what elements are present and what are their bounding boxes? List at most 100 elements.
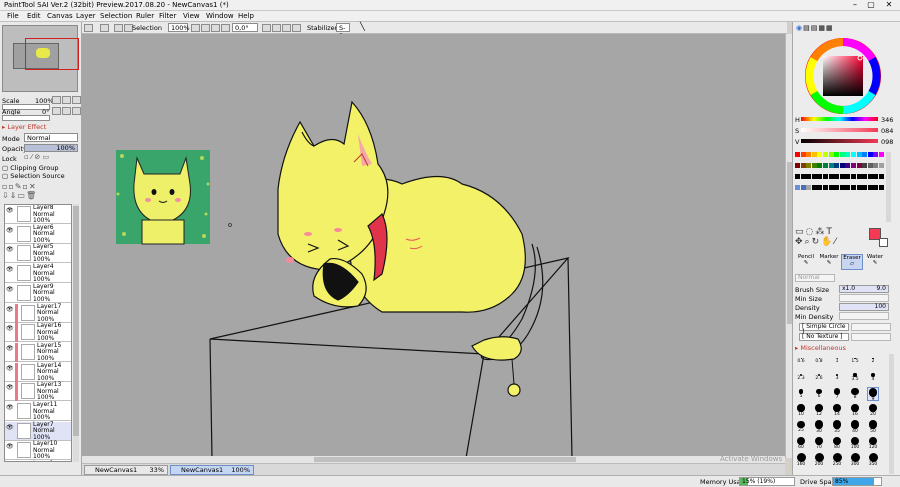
layer-row[interactable]: 👁 Layer7 Normal 100%	[5, 421, 71, 441]
selection-source-checkbox[interactable]: ▢ Selection Source	[2, 172, 65, 180]
menu-filter[interactable]: Filter	[159, 12, 176, 20]
menu-selection[interactable]: Selection	[100, 12, 132, 20]
visibility-eye-icon[interactable]: 👁	[6, 384, 14, 391]
brush-shape-strength[interactable]	[851, 323, 891, 331]
brush-size-preset[interactable]: 20	[867, 404, 879, 418]
palette-swatch[interactable]	[851, 174, 856, 179]
palette-swatch[interactable]	[867, 185, 873, 190]
palette-swatch[interactable]	[862, 185, 868, 190]
swatch-palette[interactable]	[795, 152, 885, 222]
marker-tool[interactable]: Marker ✎	[818, 254, 840, 270]
hand-icon[interactable]: ✋	[821, 237, 834, 247]
palette-swatch[interactable]	[879, 174, 884, 179]
min-size-slider[interactable]	[839, 294, 889, 302]
layer-row[interactable]: 👁 Layer15 Normal 100%	[5, 342, 71, 362]
value-slider[interactable]	[801, 139, 878, 143]
brush-size-preset[interactable]: 8	[849, 387, 861, 401]
h-value[interactable]: 346	[881, 116, 893, 124]
palette-swatch[interactable]	[828, 152, 834, 157]
palette-swatch[interactable]	[873, 185, 879, 190]
redo-icon[interactable]	[100, 24, 109, 32]
palette-swatch[interactable]	[800, 174, 806, 179]
brush-size-preset[interactable]: 350	[867, 453, 879, 467]
brush-size-preset[interactable]: 12	[813, 404, 825, 418]
palette-swatch[interactable]	[834, 174, 840, 179]
palette-swatch[interactable]	[856, 163, 862, 168]
palette-swatch[interactable]	[873, 174, 879, 179]
brush-size-preset[interactable]: 3.5	[849, 371, 861, 385]
layer-list-scrollbar[interactable]	[73, 204, 79, 462]
angle-right-icon[interactable]	[62, 107, 71, 115]
brush-grid-scrollbar[interactable]	[889, 354, 894, 474]
palette-swatch[interactable]	[873, 152, 879, 157]
palette-swatch[interactable]	[834, 152, 840, 157]
palette-swatch[interactable]	[839, 152, 845, 157]
transfer-down-icon[interactable]: ⇩	[2, 191, 10, 200]
palette-swatch[interactable]	[823, 174, 828, 179]
palette-swatch[interactable]	[851, 163, 856, 168]
layer-row[interactable]: 👁 Layer8 Normal 100%	[5, 205, 71, 224]
canvas-tab-2[interactable]: NewCanvas1 100%	[170, 465, 254, 475]
new-linework-icon[interactable]: ✎	[15, 182, 23, 191]
menu-help[interactable]: Help	[238, 12, 254, 20]
visibility-eye-icon[interactable]: 👁	[6, 365, 14, 372]
eraser-tool[interactable]: Eraser ▱	[841, 254, 863, 270]
palette-swatch[interactable]	[845, 185, 851, 190]
move-icon[interactable]: ✥	[795, 237, 805, 247]
v-value[interactable]: 098	[881, 138, 893, 146]
layer-row[interactable]: 👁 Layer5 Normal 100%	[5, 244, 71, 264]
canvas-tab-1[interactable]: NewCanvas1 33%	[84, 465, 168, 475]
palette-swatch[interactable]	[823, 185, 828, 190]
zoom-reset-icon[interactable]	[211, 24, 220, 32]
magic-wand-icon[interactable]: ⁂	[815, 227, 826, 237]
palette-swatch[interactable]	[879, 185, 884, 190]
brush-size-slider[interactable]: x1.0 9.0	[839, 285, 889, 293]
pencil-tool[interactable]: Pencil ✎	[795, 254, 817, 270]
trash-icon[interactable]: 🗑	[26, 191, 37, 200]
angle-left-icon[interactable]	[52, 107, 61, 115]
palette-swatch[interactable]	[800, 185, 806, 190]
brush-size-preset[interactable]: 4	[867, 371, 879, 385]
palette-swatch[interactable]	[817, 152, 823, 157]
water-tool[interactable]: Water ✎	[864, 254, 886, 270]
brush-size-preset[interactable]: 60	[795, 436, 807, 451]
opacity-slider[interactable]: 100%	[24, 144, 78, 152]
scratchpad-tab-icon[interactable]: ▦	[826, 24, 834, 32]
rotate-reset-icon[interactable]	[282, 24, 291, 32]
layer-row[interactable]: 👁 Layer6 Normal 100%	[5, 224, 71, 244]
visibility-eye-icon[interactable]: 👁	[6, 246, 14, 253]
brush-size-preset[interactable]: 9	[867, 387, 879, 402]
scale-minus-icon[interactable]	[52, 96, 61, 104]
rotate-icon[interactable]: ↻	[812, 237, 822, 247]
layer-row[interactable]: 👁 Layer13 Normal 100%	[5, 382, 71, 402]
canvas-area[interactable]	[82, 34, 785, 459]
palette-swatch[interactable]	[879, 163, 884, 168]
palette-swatch[interactable]	[834, 163, 840, 168]
layer-delete-icon[interactable]: ✕	[29, 182, 37, 191]
palette-swatch[interactable]	[839, 174, 845, 179]
rotation-field[interactable]: 0,0°	[232, 23, 258, 32]
layer-row[interactable]: 👁 Layer14 Normal 100%	[5, 362, 71, 382]
palette-swatch[interactable]	[817, 174, 823, 179]
palette-swatch[interactable]	[845, 152, 851, 157]
menu-layer[interactable]: Layer	[76, 12, 96, 20]
palette-swatch[interactable]	[823, 163, 828, 168]
palette-swatch[interactable]	[811, 163, 817, 168]
menu-view[interactable]: View	[183, 12, 200, 20]
navigator-preview[interactable]	[2, 25, 79, 92]
canvas-vertical-scrollbar[interactable]	[785, 34, 792, 458]
palette-swatch[interactable]	[879, 152, 884, 157]
brush-size-preset[interactable]: 0.6	[795, 354, 807, 368]
brush-size-preset[interactable]: 3	[831, 371, 843, 385]
brush-shape-select[interactable]: [ Simple Circle ]	[799, 323, 849, 336]
brush-texture-select[interactable]: [ No Texture ]	[799, 333, 849, 341]
hue-slider[interactable]	[801, 117, 878, 121]
palette-swatch[interactable]	[839, 185, 845, 190]
brush-size-preset[interactable]: 35	[831, 420, 843, 434]
palette-swatch[interactable]	[867, 163, 873, 168]
brush-mode-select[interactable]: Normal	[795, 274, 835, 282]
brush-size-preset[interactable]: 200	[813, 453, 825, 467]
palette-swatch[interactable]	[828, 174, 834, 179]
brush-size-preset[interactable]: 2.6	[813, 371, 825, 385]
palette-swatch[interactable]	[862, 174, 868, 179]
